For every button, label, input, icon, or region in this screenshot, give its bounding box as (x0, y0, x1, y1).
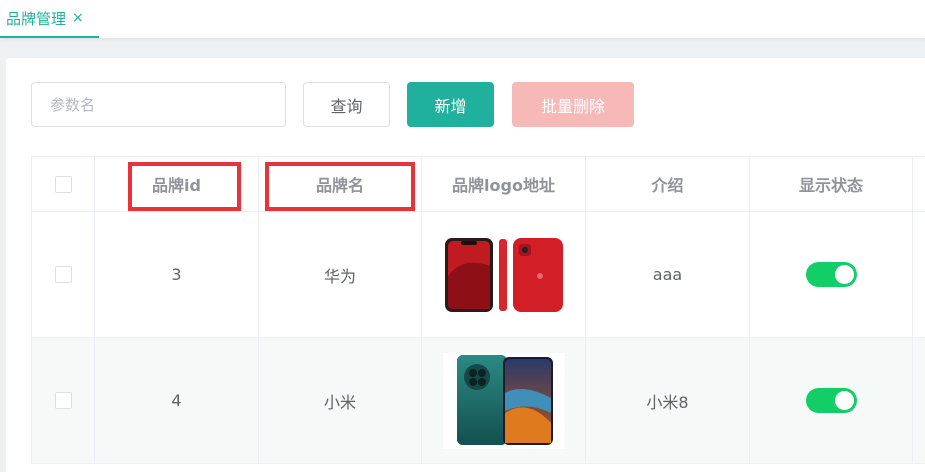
green-phone-image (442, 352, 565, 449)
status-toggle[interactable] (805, 262, 857, 287)
add-button[interactable]: 新增 (407, 82, 494, 127)
search-input[interactable] (31, 82, 286, 127)
select-all-checkbox[interactable] (54, 175, 72, 193)
header-intro: 介绍 (586, 157, 750, 211)
status-cell (750, 212, 913, 337)
row-select-cell (31, 338, 95, 463)
extra-cell (913, 338, 925, 463)
header-brand-id: 品牌id (95, 157, 259, 211)
tab-brand-management[interactable]: 品牌管理 × (0, 0, 99, 38)
brand-logo-cell (422, 212, 586, 337)
table-header: 品牌id 品牌名 品牌logo地址 介绍 显示状态 (31, 156, 925, 212)
brand-logo-cell (422, 338, 586, 463)
brand-id-cell: 3 (95, 212, 259, 337)
header-brand-logo: 品牌logo地址 (422, 157, 586, 211)
tab-bar: 品牌管理 × (0, 0, 925, 38)
brand-name-cell: 华为 (259, 212, 422, 337)
intro-cell: 小米8 (586, 338, 750, 463)
row-select-cell (31, 212, 95, 337)
close-icon[interactable]: × (72, 10, 84, 26)
toggle-knob (834, 265, 854, 284)
intro-cell: aaa (586, 212, 750, 337)
header-brand-name: 品牌名 (259, 157, 422, 211)
brand-name-cell: 小米 (259, 338, 422, 463)
query-button[interactable]: 查询 (303, 82, 390, 127)
status-toggle[interactable] (805, 388, 857, 413)
batch-delete-button[interactable]: 批量删除 (512, 82, 634, 127)
tab-label: 品牌管理 (6, 9, 67, 28)
extra-cell (913, 212, 925, 337)
header-extra (913, 157, 925, 211)
status-cell (750, 338, 913, 463)
table-row: 3 华为 aaa (31, 212, 925, 338)
toggle-knob (834, 391, 854, 410)
row-checkbox[interactable] (54, 392, 72, 409)
header-show-status: 显示状态 (750, 157, 913, 211)
brand-id-cell: 4 (95, 338, 259, 463)
row-checkbox[interactable] (54, 266, 72, 283)
header-select-cell (31, 157, 95, 211)
table-row: 4 小米 小米8 (31, 338, 925, 464)
red-phone-image (444, 237, 563, 312)
